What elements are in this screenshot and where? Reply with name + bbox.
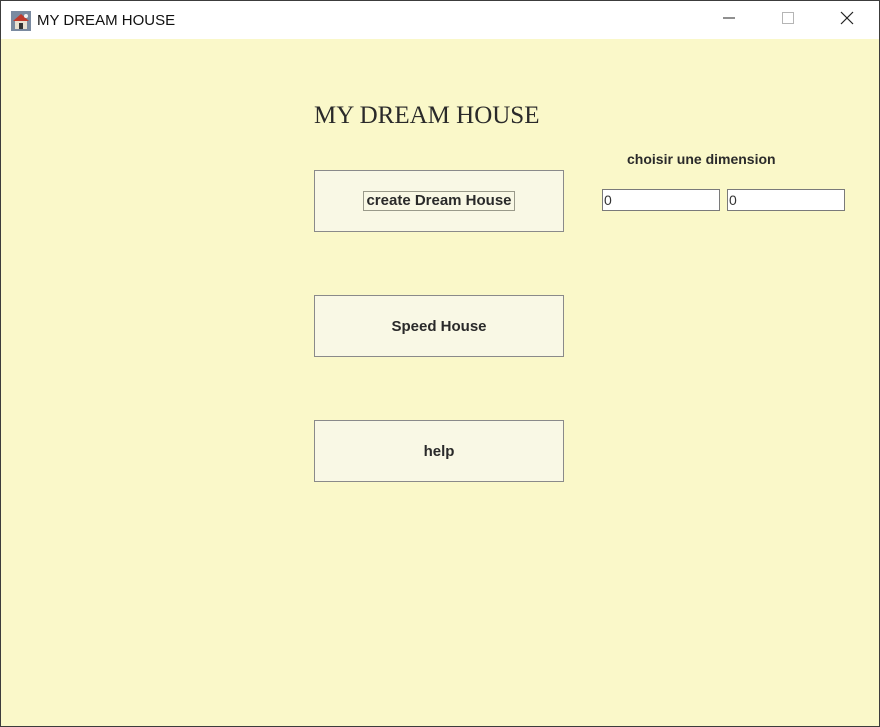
title-bar[interactable]: MY DREAM HOUSE bbox=[1, 1, 879, 39]
dimension-width-field[interactable] bbox=[602, 189, 720, 211]
create-dream-house-label: create Dream House bbox=[363, 191, 515, 211]
help-button[interactable]: help bbox=[314, 420, 564, 482]
dimension-label: choisir une dimension bbox=[627, 151, 776, 167]
close-button[interactable] bbox=[818, 1, 876, 39]
window-title: MY DREAM HOUSE bbox=[37, 12, 176, 29]
minimize-button[interactable] bbox=[700, 1, 758, 39]
minimize-icon bbox=[723, 11, 735, 29]
speed-house-label: Speed House bbox=[391, 317, 487, 335]
page-title: MY DREAM HOUSE bbox=[314, 102, 540, 129]
help-label: help bbox=[423, 442, 455, 460]
house-app-icon bbox=[11, 11, 31, 31]
app-window: MY DREAM HOUSE MY DREAM HOUSE create Dre… bbox=[0, 0, 880, 727]
dimension-height-field[interactable] bbox=[727, 189, 845, 211]
maximize-icon bbox=[782, 11, 794, 29]
maximize-button[interactable] bbox=[759, 1, 817, 39]
create-dream-house-button[interactable]: create Dream House bbox=[314, 170, 564, 232]
main-panel: MY DREAM HOUSE create Dream House Speed … bbox=[1, 39, 879, 726]
close-icon bbox=[840, 11, 854, 30]
speed-house-button[interactable]: Speed House bbox=[314, 295, 564, 357]
